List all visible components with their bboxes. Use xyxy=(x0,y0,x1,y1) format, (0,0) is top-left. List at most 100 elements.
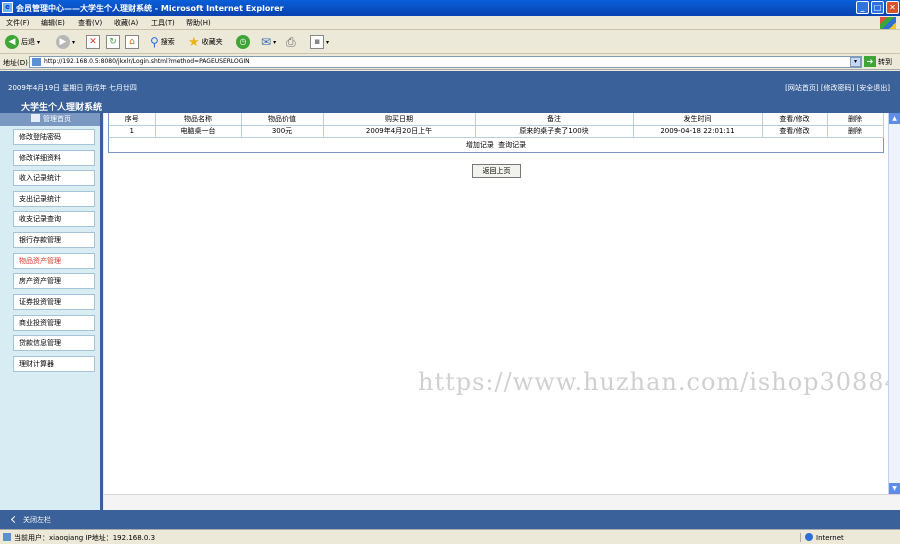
sidebar-item-finance-calculator[interactable]: 理财计算器 xyxy=(13,356,95,372)
close-window-button[interactable]: ✕ xyxy=(886,1,899,14)
vertical-scrollbar[interactable]: ▲ ▼ xyxy=(888,113,900,494)
home-icon xyxy=(31,114,40,122)
table-cell: 2009年4月20日上午 xyxy=(323,125,476,138)
sidebar-header-label: 管理首页 xyxy=(43,115,71,123)
go-label: 转到 xyxy=(878,57,892,66)
table-row: 1 电脑桌一台 300元 2009年4月20日上午 原来的桌子卖了100块 20… xyxy=(109,125,884,138)
print-button[interactable]: ⎙ xyxy=(286,34,296,50)
column-header: 发生时间 xyxy=(633,113,763,126)
sidebar-item-property-assets[interactable]: 房产资产管理 xyxy=(13,273,95,289)
minimize-button[interactable]: _ xyxy=(856,1,869,14)
column-header: 删除 xyxy=(827,113,884,126)
window-title-bar: e 会员管理中心——大学生个人理财系统 - Microsoft Internet… xyxy=(0,0,900,16)
edit-page-icon: ▪ xyxy=(310,35,324,49)
sidebar-item-business-investment[interactable]: 商业投资管理 xyxy=(13,315,95,331)
app-footer: 关闭左栏 xyxy=(0,510,900,529)
stop-button[interactable]: ✕ xyxy=(86,34,100,50)
close-left-panel-button[interactable]: 关闭左栏 xyxy=(10,515,51,525)
sidebar-item-change-login-password[interactable]: 修改登陆密码 xyxy=(13,129,95,145)
status-message: 当前用户：xiaoqiang IP地址：192.168.0.3 xyxy=(14,534,156,542)
search-button[interactable]: ⚲ 搜索 xyxy=(150,34,175,50)
sidebar-item-goods-assets[interactable]: 物品资产管理 xyxy=(13,253,95,269)
sidebar-header[interactable]: 管理首页 xyxy=(0,113,102,126)
browser-toolbar: ◀ 后退 ▾ ▶ ▾ ✕ ↻ ⌂ ⚲ 搜索 ★ 收藏夹 ◷ ✉ ▾ ⎙ ▪ ▾ xyxy=(0,30,900,54)
watermark: https://www.huzhan.com/ishop30884 xyxy=(418,368,900,396)
table-cell: 300元 xyxy=(241,125,324,138)
goods-assets-table-panel: 序号 物品名称 物品价值 购买日期 备注 发生时间 查看/修改 删除 1 电脑桌… xyxy=(108,113,884,153)
back-page-button[interactable]: 返回上页 xyxy=(472,164,521,178)
history-icon: ◷ xyxy=(236,35,250,49)
refresh-icon: ↻ xyxy=(106,35,120,49)
home-icon: ⌂ xyxy=(125,35,139,49)
menu-favorites[interactable]: 收藏(A) xyxy=(114,18,138,28)
maximize-button[interactable]: □ xyxy=(871,1,884,14)
current-date: 2009年4月19日 星期日 丙戌年 七月廿四 xyxy=(8,84,137,92)
menu-file[interactable]: 文件(F) xyxy=(6,18,30,28)
favorites-button[interactable]: ★ 收藏夹 xyxy=(188,34,223,50)
column-header: 物品价值 xyxy=(241,113,324,126)
edit-button[interactable]: ▪ ▾ xyxy=(310,34,329,50)
chevron-down-icon: ▾ xyxy=(37,38,41,46)
scroll-up-arrow-icon[interactable]: ▲ xyxy=(889,113,900,124)
chevron-down-icon: ▾ xyxy=(326,38,330,46)
table-header-row: 序号 物品名称 物品价值 购买日期 备注 发生时间 查看/修改 删除 xyxy=(109,113,884,126)
back-arrow-icon: ◀ xyxy=(5,35,19,49)
address-label: 地址(D) xyxy=(3,59,28,67)
security-zone: Internet xyxy=(800,533,844,542)
main-content: 序号 物品名称 物品价值 购买日期 备注 发生时间 查看/修改 删除 1 电脑桌… xyxy=(104,113,900,494)
sidebar-item-income-stats[interactable]: 收入记录统计 xyxy=(13,170,95,186)
sidebar-item-edit-profile[interactable]: 修改详细资料 xyxy=(13,150,95,166)
sidebar-item-records-query[interactable]: 收支记录查询 xyxy=(13,211,95,227)
mail-button[interactable]: ✉ ▾ xyxy=(261,34,276,50)
home-button[interactable]: ⌂ xyxy=(125,34,139,50)
ie-page-icon: e xyxy=(2,2,13,13)
table-cell: 电脑桌一台 xyxy=(155,125,242,138)
menu-edit[interactable]: 编辑(E) xyxy=(41,18,65,28)
sidebar: 管理首页 修改登陆密码 修改详细资料 收入记录统计 支出记录统计 收支记录查询 … xyxy=(0,113,103,510)
search-label: 搜索 xyxy=(160,38,175,46)
sidebar-divider xyxy=(100,113,103,510)
page-icon xyxy=(32,58,41,66)
menu-tools[interactable]: 工具(T) xyxy=(151,18,175,28)
sidebar-item-bank-deposits[interactable]: 银行存款管理 xyxy=(13,232,95,248)
sidebar-item-securities[interactable]: 证券投资管理 xyxy=(13,294,95,310)
table-cell: 原来的桌子卖了100块 xyxy=(475,125,634,138)
change-password-link[interactable]: [修改密码] xyxy=(821,84,854,92)
history-button[interactable]: ◷ xyxy=(236,34,250,50)
refresh-button[interactable]: ↻ xyxy=(106,34,120,50)
system-name: 大学生个人理财系统 xyxy=(21,103,103,113)
logout-link[interactable]: [安全退出] xyxy=(857,84,890,92)
address-bar: 地址(D) http://192.168.0.5:8080/jkxlr/Logi… xyxy=(0,54,900,70)
forward-button[interactable]: ▶ ▾ xyxy=(56,34,75,50)
table-actions: 增加记录 查询记录 xyxy=(109,140,883,150)
search-icon: ⚲ xyxy=(150,35,159,49)
star-icon: ★ xyxy=(188,34,200,50)
site-home-link[interactable]: [网站首页] xyxy=(785,84,818,92)
chevron-down-icon: ▾ xyxy=(72,38,76,46)
horizontal-scrollbar[interactable] xyxy=(104,494,900,510)
menu-help[interactable]: 帮助(H) xyxy=(186,18,211,28)
app-header: 2009年4月19日 星期日 丙戌年 七月廿四 [网站首页] [修改密码] [安… xyxy=(0,71,900,113)
page-status-icon xyxy=(3,533,11,541)
delete-link[interactable]: 删除 xyxy=(827,125,884,138)
menu-view[interactable]: 查看(V) xyxy=(78,18,102,28)
go-button[interactable]: ➔ 转到 xyxy=(864,56,892,67)
back-button[interactable]: ◀ 后退 ▾ xyxy=(5,34,40,50)
collapse-arrow-icon xyxy=(10,515,19,524)
url-dropdown-button[interactable]: ▾ xyxy=(850,57,861,67)
chevron-down-icon: ▾ xyxy=(273,38,277,46)
query-record-link[interactable]: 查询记录 xyxy=(498,141,526,149)
sidebar-item-loans[interactable]: 贷款信息管理 xyxy=(13,335,95,351)
add-record-link[interactable]: 增加记录 xyxy=(466,141,494,149)
zone-label: Internet xyxy=(816,534,844,542)
forward-arrow-icon: ▶ xyxy=(56,35,70,49)
url-input[interactable]: http://192.168.0.5:8080/jkxlr/Login.shtm… xyxy=(29,56,862,68)
url-text: http://192.168.0.5:8080/jkxlr/Login.shtm… xyxy=(44,58,250,65)
menu-bar: 文件(F) 编辑(E) 查看(V) 收藏(A) 工具(T) 帮助(H) xyxy=(0,16,900,30)
mail-icon: ✉ xyxy=(261,35,272,49)
view-edit-link[interactable]: 查看/修改 xyxy=(762,125,828,138)
sidebar-item-expense-stats[interactable]: 支出记录统计 xyxy=(13,191,95,207)
scroll-down-arrow-icon[interactable]: ▼ xyxy=(889,483,900,494)
column-header: 物品名称 xyxy=(155,113,242,126)
back-label: 后退 xyxy=(21,38,35,46)
